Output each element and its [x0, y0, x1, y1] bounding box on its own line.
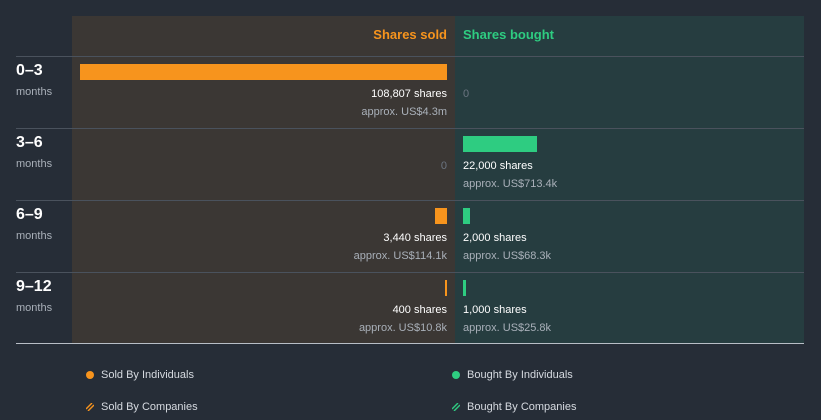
legend-label: Bought By Companies — [467, 401, 577, 413]
legend-hatch-icon — [451, 401, 461, 412]
bought-bar — [463, 280, 466, 296]
legend-item: Bought By Companies — [451, 400, 577, 414]
legend-dot-icon — [86, 371, 94, 379]
row-separator — [16, 272, 804, 273]
bought-shares-label: 0 — [463, 88, 470, 100]
bought-approx-value-label: approx. US$25.8k — [463, 322, 552, 334]
row-separator — [16, 128, 804, 129]
legend-label: Sold By Individuals — [101, 369, 194, 381]
sold-bar — [445, 280, 447, 296]
bought-shares-label: 1,000 shares — [463, 304, 527, 316]
legend-item: Sold By Companies — [85, 400, 198, 414]
legend-label: Sold By Companies — [101, 401, 198, 413]
bought-bar — [463, 136, 537, 152]
shares-sold-header: Shares sold — [373, 27, 447, 42]
period-unit: months — [16, 302, 53, 314]
bought-approx-value-label: approx. US$68.3k — [463, 250, 552, 262]
period-unit: months — [16, 230, 53, 242]
period-unit: months — [16, 86, 53, 98]
sold-bar — [80, 64, 447, 80]
legend-label: Bought By Individuals — [467, 369, 573, 381]
chart-baseline — [16, 343, 804, 344]
bought-bar — [463, 208, 470, 224]
sold-shares-label: 108,807 shares — [371, 88, 447, 100]
period-label: 3–6 — [16, 134, 43, 151]
insider-trading-chart: Shares sold Shares bought 0–3 months 108,8… — [0, 0, 821, 420]
bought-shares-label: 22,000 shares — [463, 160, 533, 172]
sold-shares-label: 3,440 shares — [383, 232, 447, 244]
period-unit: months — [16, 158, 53, 170]
shares-bought-header: Shares bought — [463, 27, 555, 42]
legend-dot-icon — [452, 371, 460, 379]
bought-shares-label: 2,000 shares — [463, 232, 527, 244]
legend-item: Sold By Individuals — [86, 368, 194, 382]
period-label: 0–3 — [16, 62, 43, 79]
legend-hatch-icon — [85, 401, 95, 412]
legend-item: Bought By Individuals — [452, 368, 573, 382]
row-separator — [16, 56, 804, 57]
bought-approx-value-label: approx. US$713.4k — [463, 178, 558, 190]
sold-shares-label: 400 shares — [392, 304, 447, 316]
sold-approx-value-label: approx. US$4.3m — [361, 106, 447, 118]
sold-approx-value-label: approx. US$114.1k — [353, 250, 447, 262]
period-label: 6–9 — [16, 206, 43, 223]
row-separator — [16, 200, 804, 201]
sold-shares-label: 0 — [440, 160, 447, 172]
sold-bar — [435, 208, 447, 224]
sold-approx-value-label: approx. US$10.8k — [358, 322, 447, 334]
period-label: 9–12 — [16, 278, 52, 295]
